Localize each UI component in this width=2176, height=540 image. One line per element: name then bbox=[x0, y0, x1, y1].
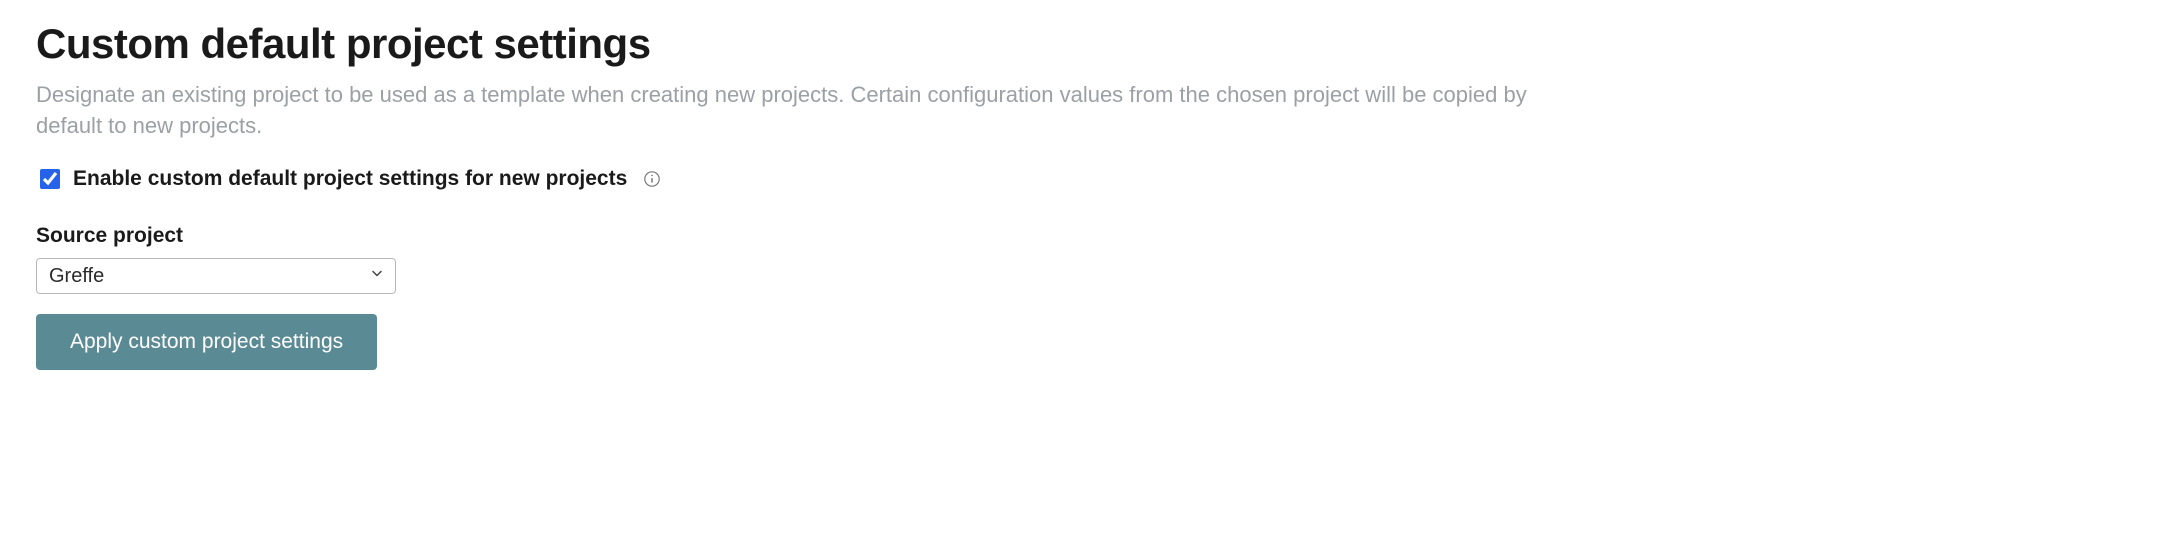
source-project-label: Source project bbox=[36, 224, 2140, 248]
info-icon[interactable] bbox=[643, 170, 661, 188]
apply-button[interactable]: Apply custom project settings bbox=[36, 314, 377, 370]
enable-checkbox-row: Enable custom default project settings f… bbox=[36, 166, 2140, 192]
page-description: Designate an existing project to be used… bbox=[36, 80, 1556, 142]
source-project-select-wrap: Greffe bbox=[36, 258, 396, 294]
source-project-select[interactable]: Greffe bbox=[36, 258, 396, 294]
enable-checkbox[interactable] bbox=[40, 169, 60, 189]
enable-checkbox-label: Enable custom default project settings f… bbox=[73, 167, 627, 191]
page-title: Custom default project settings bbox=[36, 20, 2140, 68]
